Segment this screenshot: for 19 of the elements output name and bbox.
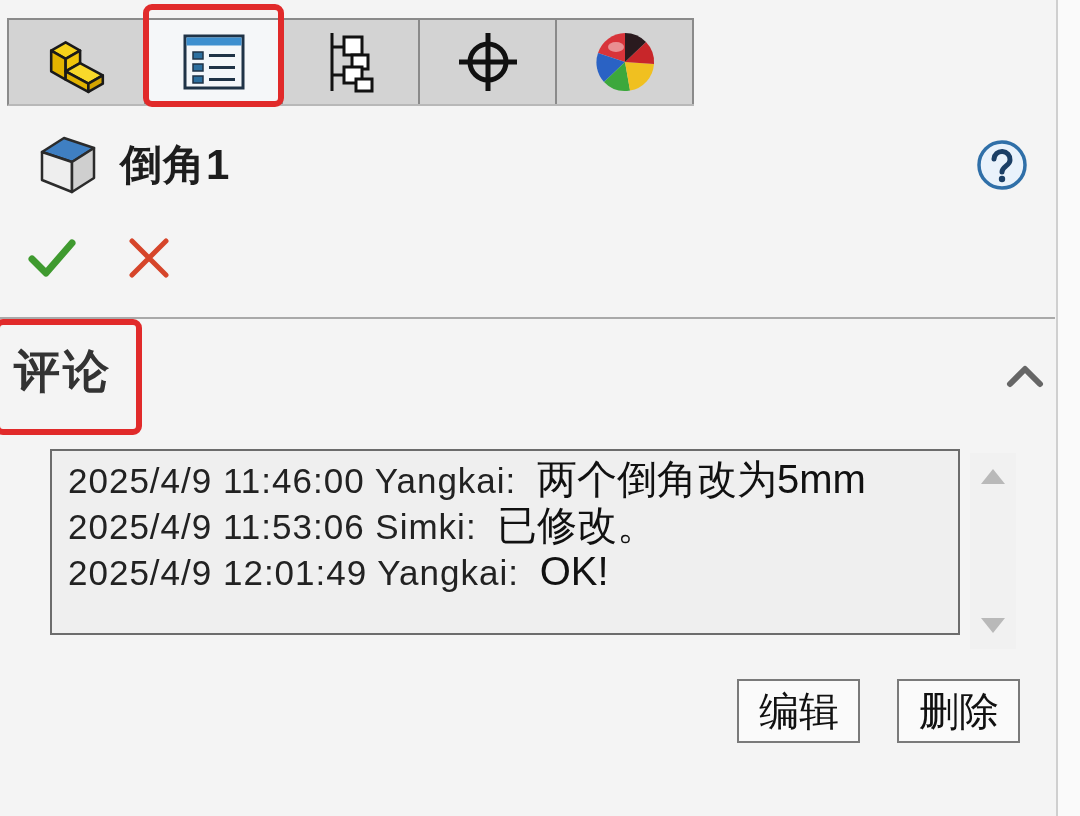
cube-icon — [38, 134, 98, 196]
property-list-icon — [182, 34, 245, 90]
comment-action-button[interactable]: 删除 — [897, 679, 1020, 743]
comment-action-button[interactable]: 编辑 — [737, 679, 860, 743]
comment-entry: 2025/4/9 11:53:06 Simki: 已修改。 — [68, 503, 659, 549]
chevron-up-icon[interactable] — [1006, 364, 1044, 388]
help-icon[interactable] — [976, 139, 1028, 191]
check-icon[interactable] — [28, 237, 76, 279]
panel-tab[interactable] — [557, 20, 694, 104]
comment-entry: 2025/4/9 12:01:49 Yangkai: OK! — [68, 549, 610, 595]
crosshair-icon — [456, 31, 519, 93]
comment-entry: 2025/4/9 11:46:00 Yangkai: 两个倒角改为5mm — [68, 457, 867, 503]
feature-title: 倒角1 — [120, 140, 232, 190]
sphere-icon — [593, 31, 656, 93]
close-icon[interactable] — [128, 237, 170, 279]
panel-tab[interactable] — [283, 20, 420, 104]
panel-tab[interactable] — [420, 20, 557, 104]
panel-tab[interactable] — [9, 20, 146, 104]
section-heading: 评论 — [14, 347, 112, 395]
